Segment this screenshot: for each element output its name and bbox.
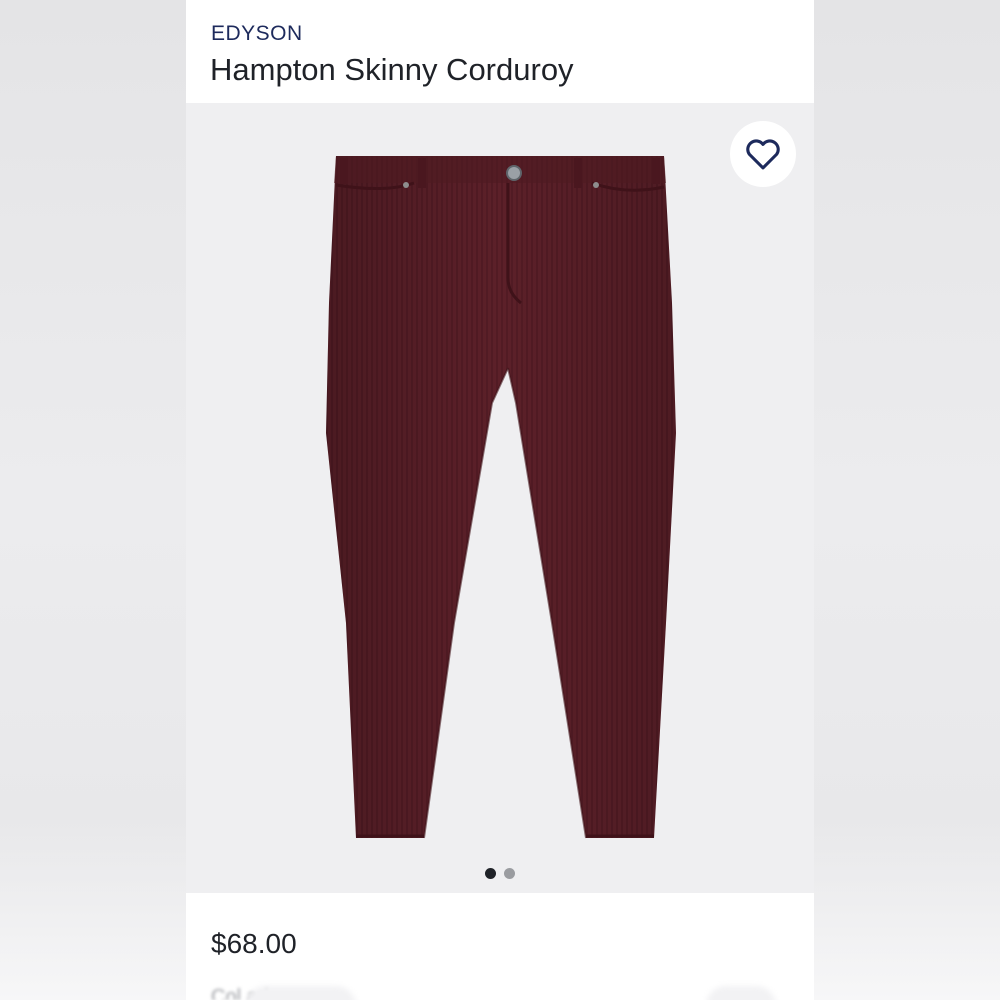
blurred-control [246,986,356,1000]
heart-outline-icon [746,139,780,170]
product-image-gallery[interactable] [186,103,814,893]
background-blur-left [0,0,186,1000]
blurred-control [706,986,776,1000]
product-title: Hampton Skinny Corduroy [210,52,574,87]
brand-name[interactable]: EDYSON [211,22,303,46]
gallery-dot-2[interactable] [504,868,515,879]
product-image[interactable] [186,103,814,893]
gallery-dot-1[interactable] [485,868,496,879]
product-card: EDYSON Hampton Skinny Corduroy $68.00 Co… [186,0,814,1000]
favorite-button[interactable] [730,121,796,187]
product-price: $68.00 [211,928,297,959]
background-blur-right [814,0,1000,1000]
gallery-pagination [186,868,814,880]
